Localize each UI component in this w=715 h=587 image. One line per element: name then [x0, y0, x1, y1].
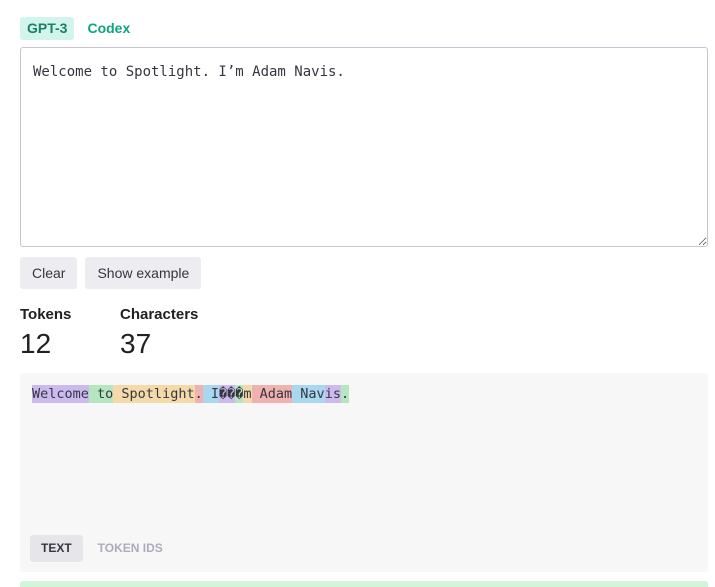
token: ��	[218, 385, 236, 403]
tokenized-text: Welcome to Spotlight. I���m Adam Navis.	[32, 384, 350, 404]
token: I	[202, 385, 219, 403]
show-example-button[interactable]: Show example	[85, 257, 202, 289]
token: .	[340, 385, 350, 403]
characters-label: Characters	[120, 306, 199, 323]
token-stats: Tokens 12 Characters 37	[20, 306, 220, 361]
token: Spotlight	[113, 385, 195, 403]
model-tabs: GPT-3 Codex	[20, 17, 137, 40]
tab-codex[interactable]: Codex	[80, 17, 137, 40]
tokenized-output-panel: Welcome to Spotlight. I���m Adam Navis. …	[20, 373, 708, 572]
token: .	[194, 385, 203, 403]
view-token-ids-button[interactable]: TOKEN IDS	[87, 535, 174, 562]
token: Welcome	[32, 385, 89, 403]
bottom-strip	[20, 581, 708, 587]
token: Adam	[251, 385, 293, 403]
clear-button[interactable]: Clear	[20, 257, 78, 289]
tokens-stat: Tokens 12	[20, 306, 120, 361]
token: m	[243, 385, 252, 403]
action-buttons: Clear Show example	[20, 257, 202, 289]
tokens-label: Tokens	[20, 306, 72, 323]
text-input[interactable]: Welcome to Spotlight. I’m Adam Navis.	[20, 47, 708, 247]
token: Nav	[292, 385, 325, 403]
token: to	[88, 385, 114, 403]
tab-gpt3[interactable]: GPT-3	[20, 17, 75, 40]
view-text-button[interactable]: TEXT	[30, 535, 83, 562]
characters-stat: Characters 37	[120, 306, 220, 361]
view-toggle: TEXT TOKEN IDS	[30, 535, 174, 562]
characters-count: 37	[120, 328, 152, 359]
tokens-count: 12	[20, 328, 52, 359]
token: is	[324, 385, 341, 403]
